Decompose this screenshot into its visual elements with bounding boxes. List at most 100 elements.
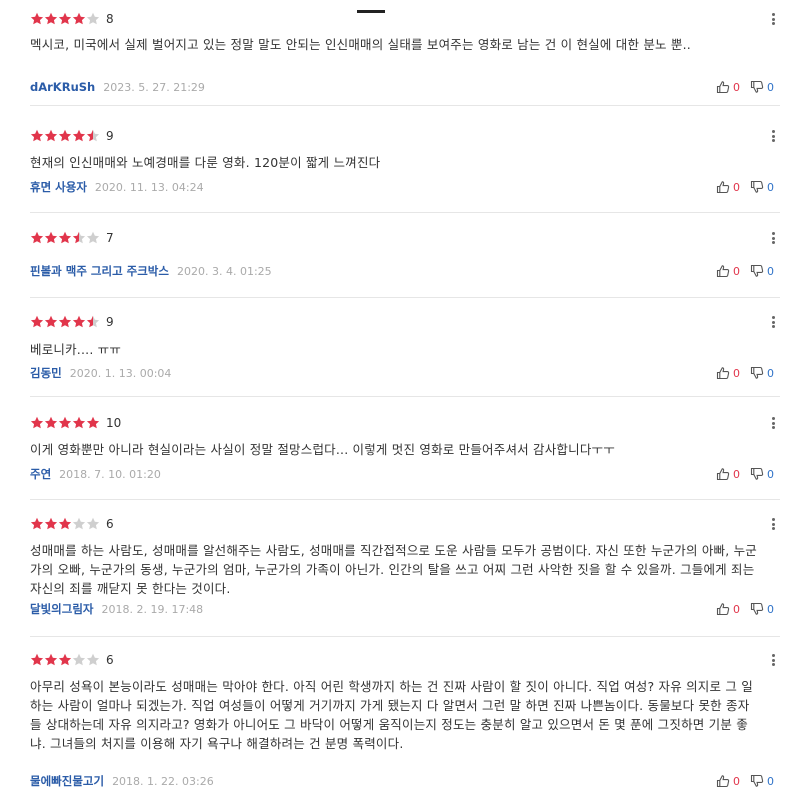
rating-row: 9 <box>30 314 114 330</box>
review-date: 2020. 11. 13. 04:24 <box>94 180 204 194</box>
rating-row: 10 <box>30 415 121 431</box>
star-rating <box>30 12 100 26</box>
star-icon <box>44 416 58 430</box>
vote-buttons: 0 0 <box>716 773 774 789</box>
star-icon <box>30 231 44 245</box>
review-item: 9 현재의 인신매매와 노예경매를 다룬 영화. 120분이 짧게 느껴진다 휴… <box>0 106 800 213</box>
like-button[interactable]: 0 <box>716 264 740 278</box>
more-options-icon[interactable] <box>770 128 776 144</box>
review-date: 2018. 2. 19. 17:48 <box>101 602 204 616</box>
review-item: 10 이게 영화뿐만 아니라 현실이라는 사실이 정말 절망스럽다... 이렇게… <box>0 397 800 500</box>
star-icon <box>30 517 44 531</box>
dislike-button[interactable]: 0 <box>750 180 774 194</box>
star-icon <box>44 12 58 26</box>
like-button[interactable]: 0 <box>716 467 740 481</box>
star-icon <box>58 129 72 143</box>
review-meta: 물에빠진물고기 2018. 1. 22. 03:26 <box>30 773 214 789</box>
more-options-icon[interactable] <box>770 415 776 431</box>
vote-buttons: 0 0 <box>716 79 774 95</box>
author-name[interactable]: 물에빠진물고기 <box>30 773 104 789</box>
like-button[interactable]: 0 <box>716 366 740 380</box>
like-button[interactable]: 0 <box>716 602 740 616</box>
star-rating <box>30 517 100 531</box>
review-meta: 주연 2018. 7. 10. 01:20 <box>30 466 161 482</box>
star-icon <box>86 231 100 245</box>
dislike-count: 0 <box>767 264 774 278</box>
star-rating <box>30 231 100 245</box>
star-icon <box>86 517 100 531</box>
author-name[interactable]: 달빛의그림자 <box>30 601 93 617</box>
dislike-button[interactable]: 0 <box>750 467 774 481</box>
more-options-icon[interactable] <box>770 314 776 330</box>
thumbs-down-icon <box>750 264 764 278</box>
rating-row: 9 <box>30 128 114 144</box>
review-meta: 핀볼과 맥주 그리고 주크박스 2020. 3. 4. 01:25 <box>30 263 272 279</box>
review-date: 2018. 1. 22. 03:26 <box>112 774 214 788</box>
thumbs-down-icon <box>750 467 764 481</box>
rating-row: 6 <box>30 652 114 668</box>
star-icon <box>72 231 86 245</box>
star-icon <box>86 653 100 667</box>
author-name[interactable]: 주연 <box>30 466 51 482</box>
dislike-button[interactable]: 0 <box>750 774 774 788</box>
like-button[interactable]: 0 <box>716 180 740 194</box>
author-name[interactable]: dArKRuSh <box>30 80 95 94</box>
thumbs-up-icon <box>716 774 730 788</box>
star-icon <box>30 129 44 143</box>
like-count: 0 <box>733 774 740 788</box>
more-options-icon[interactable] <box>770 652 776 668</box>
rating-score: 8 <box>106 12 114 26</box>
like-button[interactable]: 0 <box>716 774 740 788</box>
rating-score: 9 <box>106 129 114 143</box>
thumbs-down-icon <box>750 774 764 788</box>
review-date: 2020. 1. 13. 00:04 <box>69 366 172 380</box>
dislike-count: 0 <box>767 774 774 788</box>
dislike-button[interactable]: 0 <box>750 264 774 278</box>
like-count: 0 <box>733 180 740 194</box>
star-icon <box>30 653 44 667</box>
like-count: 0 <box>733 602 740 616</box>
review-meta: 김동민 2020. 1. 13. 00:04 <box>30 365 171 381</box>
author-name[interactable]: 핀볼과 맥주 그리고 주크박스 <box>30 263 169 279</box>
review-meta: dArKRuSh 2023. 5. 27. 21:29 <box>30 79 205 95</box>
star-icon <box>58 653 72 667</box>
rating-score: 7 <box>106 231 114 245</box>
star-icon <box>58 231 72 245</box>
author-name[interactable]: 김동민 <box>30 365 62 381</box>
review-item: 7 핀볼과 맥주 그리고 주크박스 2020. 3. 4. 01:25 0 0 <box>0 213 800 298</box>
review-meta: 달빛의그림자 2018. 2. 19. 17:48 <box>30 601 203 617</box>
dislike-button[interactable]: 0 <box>750 366 774 380</box>
like-count: 0 <box>733 366 740 380</box>
more-options-icon[interactable] <box>770 516 776 532</box>
thumbs-down-icon <box>750 80 764 94</box>
review-item: 6 성매매를 하는 사람도, 성매매를 알선해주는 사람도, 성매매를 직간접적… <box>0 500 800 637</box>
author-name[interactable]: 휴면 사용자 <box>30 179 87 195</box>
vote-buttons: 0 0 <box>716 365 774 381</box>
thumbs-down-icon <box>750 602 764 616</box>
dislike-button[interactable]: 0 <box>750 602 774 616</box>
thumbs-down-icon <box>750 180 764 194</box>
rating-score: 6 <box>106 653 114 667</box>
more-options-icon[interactable] <box>770 11 776 27</box>
rating-score: 10 <box>106 416 122 430</box>
like-button[interactable]: 0 <box>716 80 740 94</box>
star-icon <box>72 517 86 531</box>
review-text: 성매매를 하는 사람도, 성매매를 알선해주는 사람도, 성매매를 직간접적으로… <box>30 543 759 596</box>
rating-score: 9 <box>106 315 114 329</box>
dislike-count: 0 <box>767 180 774 194</box>
vote-buttons: 0 0 <box>716 179 774 195</box>
star-icon <box>30 12 44 26</box>
star-icon <box>86 315 100 329</box>
star-icon <box>86 416 100 430</box>
review-text: 베로니카.... ㅠㅠ <box>30 342 122 357</box>
dislike-count: 0 <box>767 366 774 380</box>
star-icon <box>86 12 100 26</box>
more-options-icon[interactable] <box>770 230 776 246</box>
review-meta: 휴면 사용자 2020. 11. 13. 04:24 <box>30 179 204 195</box>
review-item: 8 멕시코, 미국에서 실제 벌어지고 있는 정말 말도 안되는 인신매매의 실… <box>0 0 800 106</box>
star-rating <box>30 653 100 667</box>
vote-buttons: 0 0 <box>716 601 774 617</box>
star-icon <box>58 12 72 26</box>
rating-row: 7 <box>30 230 114 246</box>
dislike-button[interactable]: 0 <box>750 80 774 94</box>
